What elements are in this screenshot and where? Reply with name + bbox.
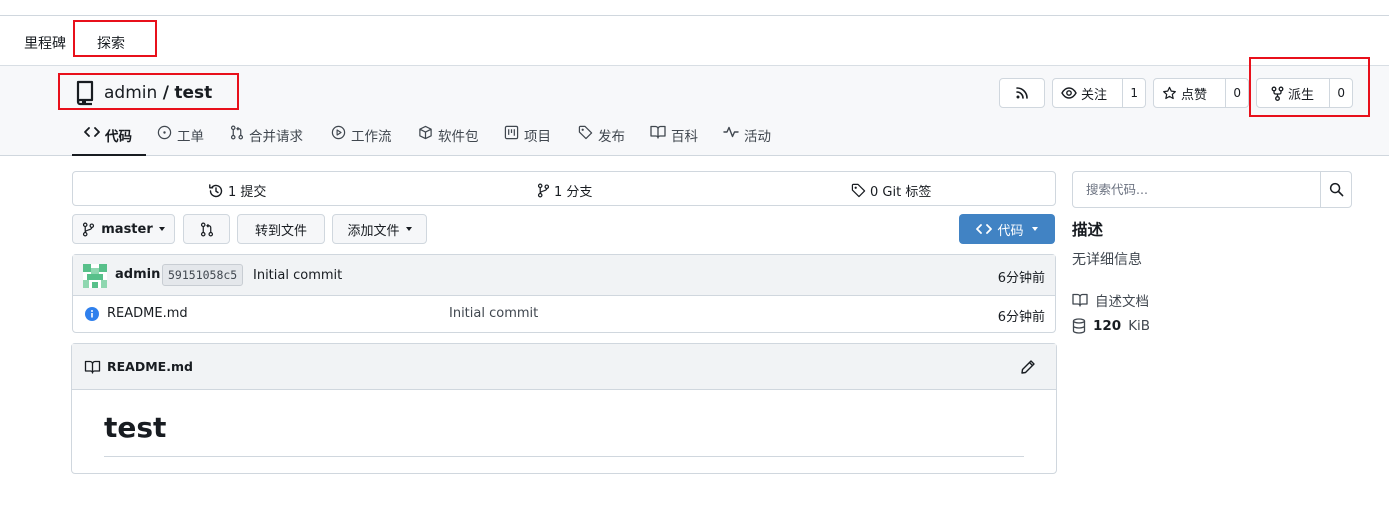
chevron-down-icon [1031, 227, 1038, 231]
file-commit-time: 6分钟前 [997, 310, 1045, 325]
pull-request-icon [230, 125, 244, 140]
package-icon [418, 125, 433, 140]
branch-icon [82, 222, 95, 237]
readme-doc-label: 自述文档 [1095, 294, 1149, 310]
watch-count[interactable]: 1 [1122, 79, 1145, 107]
tab-label: 项目 [524, 129, 551, 145]
branch-name: master [101, 221, 153, 237]
highlight-box-explore [73, 20, 157, 57]
code-icon [84, 125, 100, 139]
tab-packages[interactable]: 软件包 [418, 122, 479, 156]
file-table: admin 59151058c5 Initial commit 6分钟前 REA… [72, 254, 1056, 333]
file-name-link[interactable]: README.md [107, 306, 188, 321]
latest-commit-row: admin 59151058c5 Initial commit 6分钟前 [73, 255, 1055, 296]
readme-panel: README.md test [71, 343, 1057, 474]
tab-label: 发布 [598, 129, 625, 145]
repo-stats-bar: 1 提交 1 分支 0 Git 标签 [72, 171, 1056, 206]
readme-header: README.md [72, 344, 1056, 390]
pull-request-icon [200, 222, 214, 237]
clone-code-label: 代码 [997, 223, 1024, 239]
tab-code[interactable]: 代码 [72, 122, 146, 156]
database-icon [1072, 318, 1086, 334]
readme-heading: test [104, 411, 167, 444]
history-icon [208, 183, 224, 199]
tags-link[interactable]: 0 Git 标签 [851, 181, 931, 200]
eye-icon [1061, 86, 1077, 100]
readme-divider [104, 456, 1024, 457]
readme-filename[interactable]: README.md [107, 359, 193, 374]
highlight-box-fork [1249, 57, 1370, 117]
watch-label: 关注 [1081, 87, 1108, 103]
commit-time: 6分钟前 [997, 271, 1045, 286]
commit-message[interactable]: Initial commit [253, 268, 342, 283]
branch-selector[interactable]: master [72, 214, 175, 244]
info-icon [85, 307, 99, 321]
tab-wiki[interactable]: 百科 [650, 122, 698, 156]
star-label: 点赞 [1181, 87, 1208, 103]
tab-label: 工单 [177, 129, 204, 145]
code-search-box [1072, 171, 1352, 208]
repo-size: 120 KiB [1072, 318, 1150, 334]
commit-author[interactable]: admin [115, 267, 160, 282]
file-commit-message[interactable]: Initial commit [449, 306, 538, 321]
branches-link[interactable]: 1 分支 [537, 181, 592, 200]
tab-label: 活动 [744, 129, 771, 145]
tags-count: 0 Git 标签 [870, 185, 932, 200]
pulse-icon [723, 125, 739, 139]
clone-code-button[interactable]: 代码 [959, 214, 1055, 244]
code-search-input[interactable] [1073, 172, 1322, 207]
edit-pencil-icon[interactable] [1020, 359, 1036, 375]
highlight-box-repo-title [58, 73, 239, 110]
branch-icon [537, 183, 550, 198]
tab-label: 合并请求 [249, 129, 303, 145]
tab-pull-requests[interactable]: 合并请求 [230, 122, 303, 156]
goto-file-button[interactable]: 转到文件 [237, 214, 325, 244]
tab-label: 代码 [105, 129, 132, 145]
book-icon [84, 360, 101, 374]
chevron-down-icon [158, 227, 165, 231]
top-strip [0, 0, 1389, 16]
star-count[interactable]: 0 [1225, 79, 1248, 107]
tab-projects[interactable]: 项目 [504, 122, 551, 156]
tag-icon [578, 125, 593, 140]
play-icon [331, 125, 346, 140]
file-row[interactable]: README.md Initial commit 6分钟前 [73, 296, 1055, 332]
tab-releases[interactable]: 发布 [578, 122, 625, 156]
project-icon [504, 125, 519, 140]
branches-count: 1 分支 [554, 185, 593, 200]
search-icon [1329, 182, 1344, 197]
add-file-label: 添加文件 [347, 223, 400, 239]
tag-icon [851, 183, 866, 198]
tab-label: 软件包 [438, 129, 479, 145]
repo-size-value: 120 [1093, 318, 1122, 334]
readme-doc-link[interactable]: 自述文档 [1072, 290, 1149, 310]
commits-count: 1 提交 [228, 185, 267, 200]
about-title: 描述 [1072, 221, 1104, 239]
avatar[interactable] [83, 264, 107, 288]
nav-milestones-link[interactable]: 里程碑 [24, 33, 66, 53]
top-navbar: 里程碑 探索 [0, 16, 1389, 66]
compare-button[interactable] [183, 214, 230, 244]
add-file-dropdown[interactable]: 添加文件 [332, 214, 427, 244]
repo-size-unit: KiB [1128, 318, 1151, 334]
search-button[interactable] [1320, 172, 1351, 207]
rss-button[interactable] [999, 78, 1045, 108]
tab-activity[interactable]: 活动 [723, 122, 771, 156]
issue-icon [157, 125, 172, 140]
commits-link[interactable]: 1 提交 [208, 181, 266, 200]
code-icon [976, 222, 993, 236]
star-icon [1162, 86, 1177, 101]
watch-button[interactable]: 关注 1 [1052, 78, 1146, 108]
rss-icon [1015, 86, 1029, 100]
commit-sha-button[interactable]: 59151058c5 [162, 264, 244, 286]
chevron-down-icon [405, 227, 412, 231]
tab-label: 百科 [671, 129, 698, 145]
book-icon [1072, 293, 1088, 307]
tab-actions[interactable]: 工作流 [331, 122, 392, 156]
about-text: 无详细信息 [1072, 252, 1142, 268]
tab-issues[interactable]: 工单 [157, 122, 204, 156]
tab-label: 工作流 [351, 129, 392, 145]
book-icon [650, 125, 666, 139]
star-button[interactable]: 点赞 0 [1153, 78, 1249, 108]
